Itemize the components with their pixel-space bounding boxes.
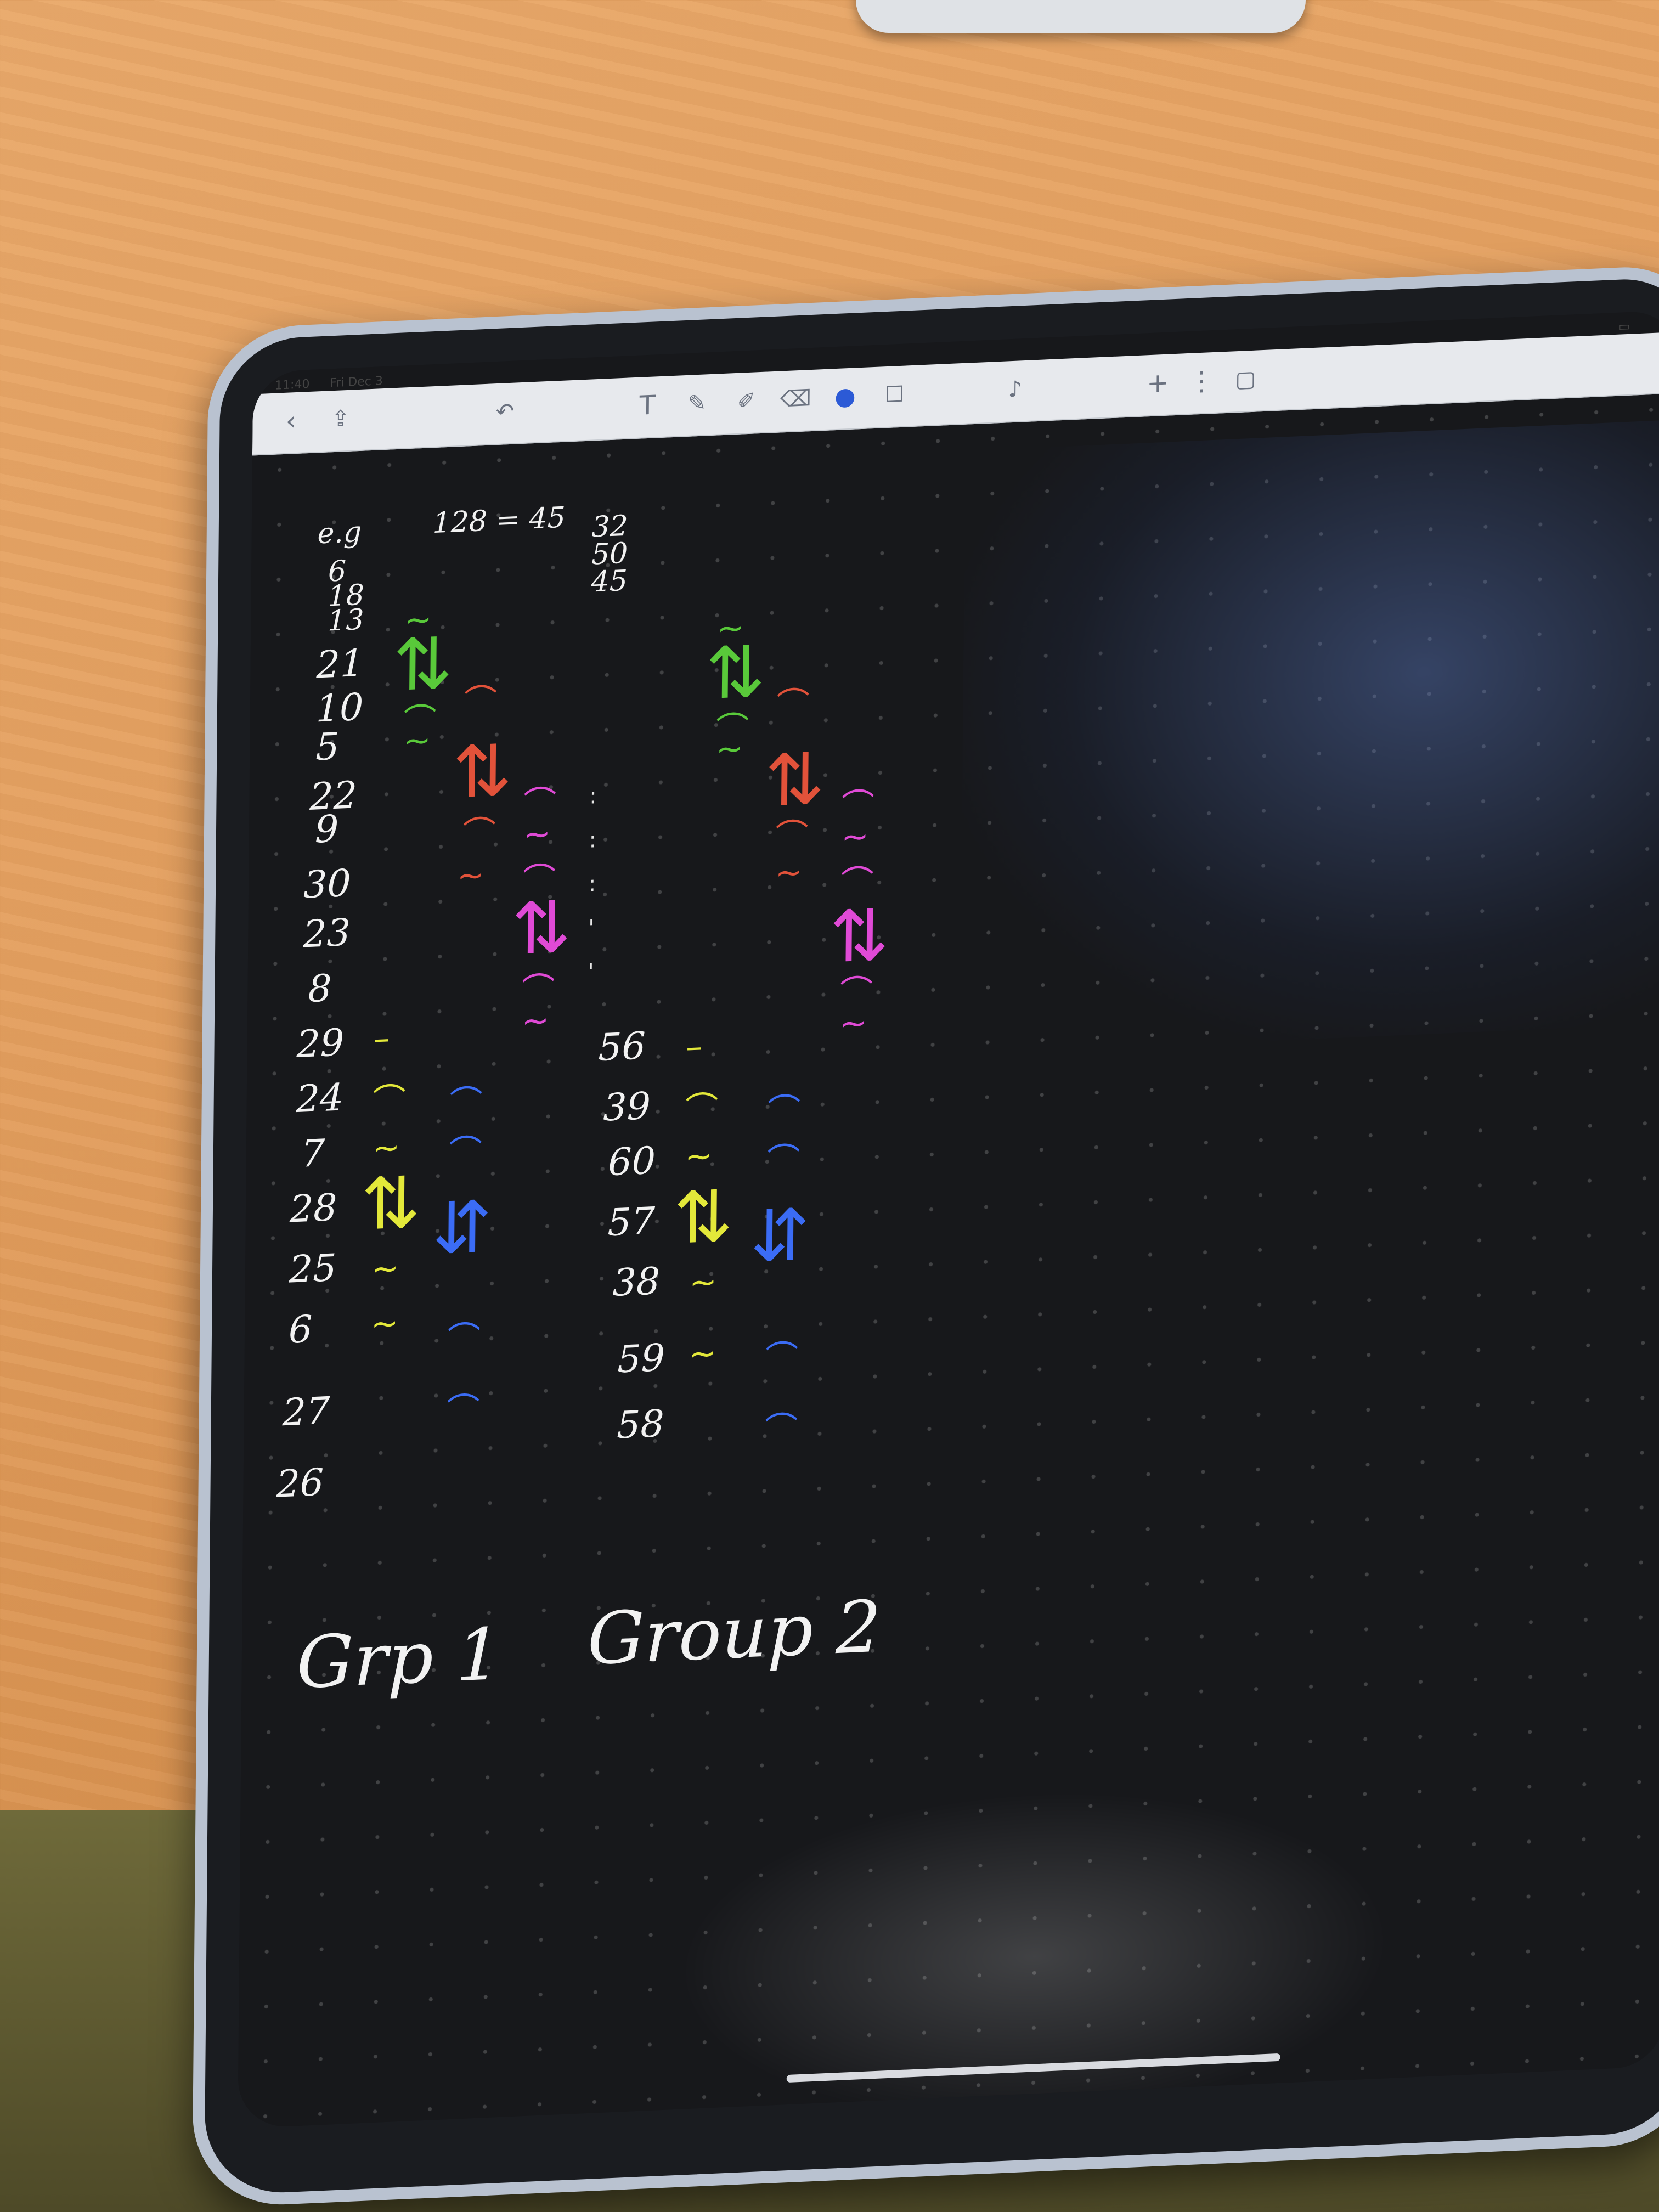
group1-number: 7 (301, 1131, 325, 1176)
red-arrow-mark: ⇅ (452, 728, 513, 815)
blue-mark: ⌒ (449, 1132, 483, 1172)
yellow-mark: ~ (689, 1262, 718, 1302)
group1-number: 9 (314, 807, 339, 852)
blue-mark: ⌒ (764, 1409, 798, 1449)
tablet-screen: 11:40 Fri Dec 3 ▭ ‹ ⇪ ↶ T ✎ ✐ ⌫ ● ☐ ♪ + … (238, 309, 1659, 2129)
magenta-arrow-mark: ⇅ (511, 885, 572, 971)
green-mark: ~ (403, 721, 431, 761)
group1-number: 10 (315, 685, 364, 731)
yellow-mark: ⌒ (685, 1089, 719, 1130)
mic-icon[interactable]: ♪ (998, 372, 1032, 407)
magenta-mark: ~ (521, 1001, 550, 1041)
group2-number: 38 (612, 1260, 661, 1305)
yellow-mark: – (685, 1027, 703, 1067)
red-mark: ~ (456, 856, 485, 896)
yellow-mark: ~ (370, 1304, 399, 1344)
note-top-right-number: 45 (591, 564, 628, 599)
status-date: Fri Dec 3 (329, 374, 383, 391)
note-equation: 128 = 45 (432, 501, 566, 540)
group1-number: 5 (315, 725, 340, 770)
blue-mark: ⌒ (447, 1319, 481, 1359)
share-icon[interactable]: ⇪ (324, 402, 357, 436)
group2-number: 39 (602, 1084, 651, 1130)
group1-number: 28 (289, 1186, 337, 1232)
screen-glare (960, 417, 1659, 1055)
yellow-mark: – (373, 1019, 390, 1058)
magenta-mark: ~ (523, 814, 551, 854)
yellow-mark: ~ (371, 1249, 399, 1289)
red-mark: ⌒ (464, 682, 498, 722)
group1-label: Grp 1 (296, 1612, 502, 1705)
desk-object (856, 0, 1306, 33)
group2-number: 57 (607, 1199, 656, 1245)
lasso-icon[interactable]: ● (828, 380, 862, 414)
blue-mark: ⌒ (447, 1390, 480, 1431)
shapes-icon[interactable]: ☐ (878, 377, 911, 412)
group1-number: 24 (296, 1076, 344, 1122)
blue-mark: ⌒ (767, 1140, 800, 1181)
status-time: 11:40 (274, 377, 310, 393)
eraser-icon[interactable]: ⌫ (779, 382, 812, 416)
group2-number: 60 (608, 1139, 656, 1185)
text-tool-icon[interactable]: T (631, 388, 664, 423)
back-icon[interactable]: ‹ (274, 404, 308, 438)
group2-number: 59 (617, 1336, 665, 1382)
tablet-device: 11:40 Fri Dec 3 ▭ ‹ ⇪ ↶ T ✎ ✐ ⌫ ● ☐ ♪ + … (192, 263, 1659, 2209)
red-mark: ⌒ (775, 816, 809, 856)
blue-arrow-mark: ⇵ (749, 1193, 810, 1279)
yellow-arrow-mark: ⇅ (673, 1174, 734, 1261)
red-mark: ⌒ (462, 814, 496, 854)
blue-mark: ⌒ (765, 1338, 799, 1378)
magenta-mark: ~ (839, 1003, 868, 1043)
highlighter-icon[interactable]: ✐ (730, 384, 763, 419)
group1-number: 26 (276, 1460, 324, 1506)
blue-mark: ⌒ (449, 1083, 483, 1123)
note-eg: e.g (317, 515, 362, 551)
note-top-left-number: 13 (327, 603, 364, 638)
magenta-mark: ~ (841, 817, 870, 857)
undo-icon[interactable]: ↶ (488, 394, 522, 429)
blue-arrow-mark: ⇵ (431, 1184, 493, 1271)
yellow-mark: ~ (689, 1334, 716, 1374)
group1-number: 25 (289, 1246, 337, 1292)
red-mark: ~ (775, 853, 803, 893)
blue-mark: ⌒ (767, 1091, 801, 1131)
group1-number: 23 (302, 911, 351, 957)
pen-icon[interactable]: ✎ (680, 386, 714, 421)
group1-number: 27 (282, 1389, 330, 1435)
group2-number: 56 (597, 1024, 646, 1070)
yellow-mark: ~ (685, 1136, 713, 1177)
add-page-icon[interactable]: + (1141, 366, 1175, 400)
group1-number: 29 (296, 1021, 345, 1067)
red-mark: ⌒ (776, 685, 810, 725)
group1-number: 21 (316, 641, 364, 687)
group1-number: 30 (303, 861, 351, 907)
green-mark: ~ (715, 729, 744, 769)
more-icon[interactable]: ⋮ (1185, 364, 1218, 399)
pages-icon[interactable]: ▢ (1229, 362, 1262, 397)
group2-label: Group 2 (587, 1584, 882, 1681)
screen-reflection (676, 1776, 1393, 2129)
yellow-mark: ⌒ (373, 1081, 406, 1121)
battery-icon: ▭ (1618, 319, 1630, 334)
group1-number: 8 (308, 967, 332, 1012)
group1-number: 6 (288, 1307, 313, 1352)
yellow-arrow-mark: ⇅ (360, 1160, 421, 1246)
group2-number: 58 (616, 1402, 665, 1448)
